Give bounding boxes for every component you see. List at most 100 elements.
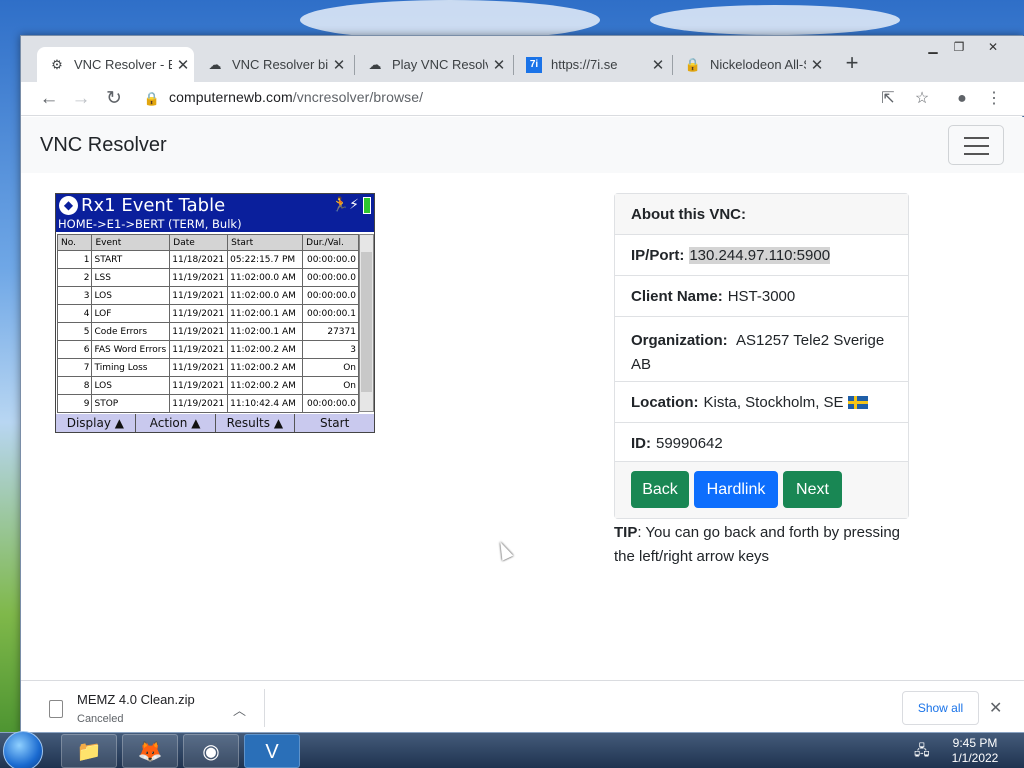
softkey-label: Action xyxy=(149,416,188,430)
tab-nickelodeon[interactable]: 🔒 Nickelodeon All-S ✕ xyxy=(673,47,828,82)
hamburger-menu-button[interactable] xyxy=(948,125,1004,165)
divider xyxy=(264,689,265,727)
site-brand[interactable]: VNC Resolver xyxy=(40,134,167,157)
chrome-icon[interactable]: ◉ xyxy=(183,734,239,768)
event-cell-event: Code Errors xyxy=(91,322,171,341)
col-value: Dur./Val. xyxy=(302,234,359,251)
event-cell-event: LOF xyxy=(91,304,171,323)
explorer-icon[interactable]: 📁 xyxy=(61,734,117,768)
back-arrow-icon[interactable]: ← xyxy=(36,86,62,112)
event-cell-val: 27371 xyxy=(302,322,359,341)
organization-row: Organization: AS1257 Tele2 Sverige AB xyxy=(615,317,908,382)
runner-icon: 🏃 xyxy=(331,197,350,213)
device-breadcrumb: HOME->E1->BERT (TERM, Bulk) xyxy=(56,217,374,232)
event-cell-date: 11/19/2021 xyxy=(169,340,229,359)
close-icon[interactable]: ✕ xyxy=(806,56,828,74)
vnc-viewer-icon[interactable]: V xyxy=(244,734,300,768)
download-bar: MEMZ 4.0 Clean.zip Canceled ︿ Show all ✕ xyxy=(21,680,1024,735)
softkey-label: Display xyxy=(66,416,111,430)
ip-value[interactable]: 130.244.97.110:5900 xyxy=(689,246,831,264)
tab-vnc-resolver-browse[interactable]: ⚙ VNC Resolver - Br ✕ xyxy=(37,47,194,82)
tab-play-vnc-resolver[interactable]: ☁ Play VNC Resolve ✕ xyxy=(355,47,510,82)
ip-port-row: IP/Port: 130.244.97.110:5900 xyxy=(615,235,908,276)
device-title: Rx1 Event Table xyxy=(81,195,226,216)
tab-title: VNC Resolver bin xyxy=(232,57,328,72)
back-button[interactable]: Back xyxy=(631,471,689,508)
next-button[interactable]: Next xyxy=(783,471,842,508)
event-cell-no: 6 xyxy=(56,340,93,359)
id-label: ID: xyxy=(631,435,651,452)
col-start: Start xyxy=(227,234,304,251)
profile-icon[interactable]: ● xyxy=(949,86,975,112)
menu-kebab-icon[interactable]: ⋮ xyxy=(981,86,1007,112)
event-row: 8 LOS 11/19/2021 11:02:00.2 AM On xyxy=(56,376,359,395)
share-icon[interactable]: ⇱ xyxy=(875,86,901,112)
new-tab-button[interactable]: + xyxy=(838,50,866,78)
softkey-label: Results xyxy=(226,416,271,430)
download-status: Canceled xyxy=(77,713,124,725)
chevron-up-icon[interactable]: ︿ xyxy=(233,700,246,719)
close-icon[interactable]: ✕ xyxy=(989,698,1002,718)
hamburger-line xyxy=(964,153,989,155)
close-icon[interactable]: ✕ xyxy=(647,56,669,74)
softkey-results: Results ▲ xyxy=(216,414,296,432)
firefox-icon[interactable]: 🦊 xyxy=(122,734,178,768)
hamburger-line xyxy=(964,145,989,147)
event-cell-val: 00:00:00.0 xyxy=(302,268,359,287)
download-filename[interactable]: MEMZ 4.0 Clean.zip xyxy=(77,692,195,707)
col-no: No. xyxy=(56,234,93,251)
event-cell-val: 00:00:00.0 xyxy=(302,286,359,305)
vnc-resolver-icon: ⚙ xyxy=(51,56,63,72)
softkey-display: Display ▲ xyxy=(56,414,136,432)
event-cell-val: 00:00:00.0 xyxy=(302,250,359,269)
event-cell-start: 05:22:15.7 PM xyxy=(227,250,304,269)
event-cell-start: 11:02:00.0 AM xyxy=(227,286,304,305)
org-label: Organization: xyxy=(631,332,728,349)
event-cell-no: 9 xyxy=(56,394,93,413)
file-icon xyxy=(49,700,63,718)
vnc-screenshot: ◆ Rx1 Event Table 🏃⚡ HOME->E1->BERT (TER… xyxy=(55,193,375,433)
close-icon[interactable]: ✕ xyxy=(172,56,194,74)
close-window-button[interactable]: ✕ xyxy=(980,39,1006,57)
url-path: /vncresolver/browse/ xyxy=(292,89,424,105)
event-cell-date: 11/19/2021 xyxy=(169,376,229,395)
event-row: 9 STOP 11/19/2021 11:10:42.4 AM 00:00:00.0 xyxy=(56,394,359,413)
event-cell-date: 11/19/2021 xyxy=(169,304,229,323)
forward-arrow-icon[interactable]: → xyxy=(68,86,94,112)
ip-label: IP/Port: xyxy=(631,246,685,264)
event-cell-date: 11/19/2021 xyxy=(169,322,229,341)
tab-vnc-resolver-bin[interactable]: ☁ VNC Resolver bin ✕ xyxy=(195,47,350,82)
event-cell-event: Timing Loss xyxy=(91,358,171,377)
event-cell-no: 7 xyxy=(56,358,93,377)
plug-icon: ⚡ xyxy=(349,197,359,213)
tab-7i[interactable]: 7i https://7i.se ✕ xyxy=(514,47,669,82)
cloud xyxy=(300,0,600,40)
event-cell-date: 11/19/2021 xyxy=(169,358,229,377)
tab-title: VNC Resolver - Br xyxy=(74,57,172,72)
event-row: 5 Code Errors 11/19/2021 11:02:00.1 AM 27371 xyxy=(56,322,359,341)
show-all-button[interactable]: Show all xyxy=(902,691,979,725)
sweden-flag-icon xyxy=(847,395,868,409)
reload-icon[interactable]: ↻ xyxy=(101,86,127,112)
close-icon[interactable]: ✕ xyxy=(488,56,510,74)
hardlink-button[interactable]: Hardlink xyxy=(694,471,778,508)
address-bar[interactable]: computernewb.com/vncresolver/browse/ xyxy=(169,89,423,105)
start-button[interactable] xyxy=(3,731,43,768)
minimize-button[interactable]: ▁ xyxy=(920,39,946,57)
event-cell-val: 00:00:00.1 xyxy=(302,304,359,323)
browser-window: ⚙ VNC Resolver - Br ✕ ☁ VNC Resolver bin… xyxy=(20,35,1024,735)
clock[interactable]: 9:45 PM 1/1/2022 xyxy=(940,736,1010,766)
browser-toolbar: ← → ↻ 🔒 computernewb.com/vncresolver/bro… xyxy=(21,82,1024,116)
lock-icon[interactable]: 🔒 xyxy=(139,86,165,112)
event-cell-start: 11:02:00.1 AM xyxy=(227,304,304,323)
event-cell-date: 11/19/2021 xyxy=(169,268,229,287)
close-icon[interactable]: ✕ xyxy=(328,56,350,74)
device-logo-icon: ◆ xyxy=(59,196,78,215)
event-cell-no: 2 xyxy=(56,268,93,287)
event-row: 6 FAS Word Errors 11/19/2021 11:02:00.2 AM 3 xyxy=(56,340,359,359)
puzzle-icon: ☁ xyxy=(208,56,222,72)
restore-button[interactable]: ❐ xyxy=(946,39,972,57)
client-row: Client Name: HST-3000 xyxy=(615,276,908,317)
star-icon[interactable]: ☆ xyxy=(909,86,935,112)
network-icon[interactable]: 🖧 xyxy=(914,740,930,764)
